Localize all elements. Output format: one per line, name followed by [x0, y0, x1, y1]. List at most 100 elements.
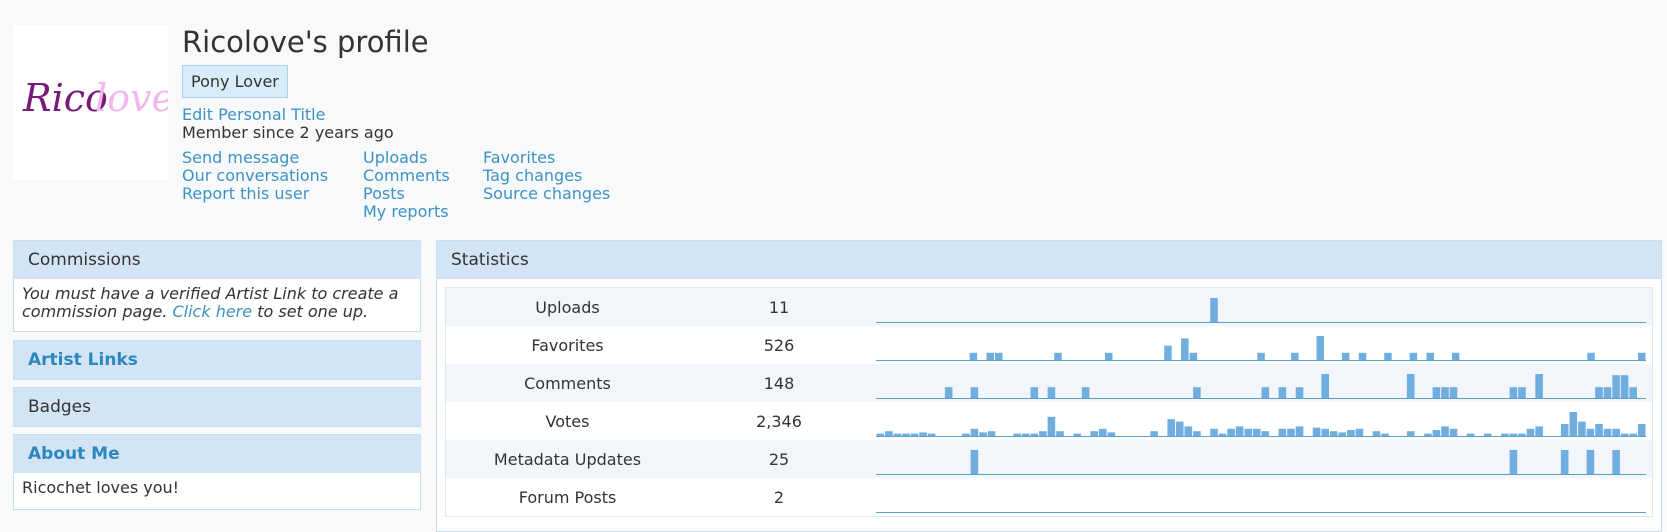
favorites-link[interactable]: Favorites [483, 149, 610, 167]
source-changes-link[interactable]: Source changes [483, 185, 610, 203]
stat-sparkline [876, 444, 1646, 475]
sparkline-bar [1586, 428, 1595, 436]
avatar-logo-love: love [95, 76, 168, 120]
sparkline-bar [1587, 352, 1595, 360]
profile-links-col-1: Send message Our conversations Report th… [182, 149, 363, 221]
stat-label: Comments [524, 373, 611, 393]
sparkline-bar [986, 352, 994, 360]
sparkline-bar [1295, 425, 1304, 436]
sparkline-bar [1244, 428, 1252, 436]
sparkline-bar [1406, 373, 1415, 398]
sparkline-bar [970, 386, 979, 398]
sparkline-bar [927, 433, 936, 436]
edit-personal-title-link[interactable]: Edit Personal Title [182, 106, 610, 124]
sparkline-bar [1578, 421, 1586, 436]
posts-link[interactable]: Posts [363, 185, 483, 203]
profile-title: Ricolove's profile [182, 25, 429, 59]
about-me-body: Ricochet loves you! [22, 478, 180, 497]
sparkline-bar [885, 430, 893, 436]
sparkline-bar [1620, 433, 1629, 436]
sparkline-bar [1081, 386, 1090, 398]
sparkline-bar [1291, 352, 1299, 360]
sparkline-bar [1189, 352, 1198, 360]
sparkline-bar [1105, 352, 1113, 360]
sparkline-bar [1358, 352, 1367, 360]
sparkline-bar [1432, 429, 1441, 436]
sparkline-bar [1501, 433, 1509, 436]
sparkline-bar [1047, 416, 1056, 436]
sparkline-svg [876, 373, 1646, 399]
stat-sparkline [876, 292, 1646, 323]
commissions-click-here-link[interactable]: Click here [172, 302, 252, 321]
stat-label: Forum Posts [518, 487, 617, 507]
profile-links-col-3: Favorites Tag changes Source changes [483, 149, 610, 221]
sparkline-bar [1509, 433, 1518, 436]
commissions-body: You must have a verified Artist Link to … [14, 279, 420, 327]
sparkline-bar [1629, 386, 1637, 398]
profile-info: Ricolove's profile Pony Lover Edit Perso… [182, 22, 610, 221]
sparkline-bar [1569, 411, 1578, 436]
sparkline-bar [1509, 386, 1518, 398]
sparkline-bar [1329, 430, 1338, 436]
sparkline-bar [893, 433, 902, 436]
sparkline-bar [979, 431, 987, 436]
stat-label: Votes [545, 411, 590, 431]
profile-links-col-2: Uploads Comments Posts My reports [363, 149, 483, 221]
sparkline-bar [1535, 373, 1543, 398]
sparkline-bar [1595, 423, 1603, 436]
statistics-header: Statistics [437, 241, 1661, 279]
sparkline-bar [1013, 433, 1021, 436]
sparkline-svg [876, 335, 1646, 361]
sparkline-bar [1432, 386, 1441, 398]
sparkline-bar [1381, 433, 1389, 436]
stat-label: Metadata Updates [493, 449, 642, 469]
sparkline-bar [1466, 433, 1475, 436]
sparkline-bar [1184, 425, 1193, 436]
sparkline-bar [1030, 433, 1039, 436]
our-conversations-link[interactable]: Our conversations [182, 167, 363, 185]
sparkline-bar [1526, 428, 1535, 436]
sparkline-bar [1586, 449, 1595, 474]
stat-value: 2 [773, 487, 785, 507]
sparkline-bar [1039, 430, 1047, 436]
stat-row-comments: Comments 148 [446, 364, 1652, 402]
stat-row-metadata-updates: Metadata Updates 25 [446, 440, 1652, 478]
sparkline-bar [1252, 428, 1261, 436]
sparkline-bar [1483, 433, 1492, 436]
sparkline-svg [876, 511, 1646, 513]
sparkline-bar [1509, 449, 1518, 474]
stat-sparkline [876, 406, 1646, 437]
stat-value: 25 [768, 449, 790, 469]
statistics-block: Statistics Uploads 11 Favorites 526 Comm… [436, 240, 1662, 532]
commissions-block: Commissions You must have a verified Art… [13, 240, 421, 332]
tag-changes-link[interactable]: Tag changes [483, 167, 610, 185]
sparkline-bar [1595, 386, 1603, 398]
stat-value: 11 [768, 297, 790, 317]
uploads-link[interactable]: Uploads [363, 149, 483, 167]
stat-label: Favorites [531, 335, 604, 355]
commissions-text-after: to set one up. [257, 302, 369, 321]
stat-sparkline [876, 330, 1646, 361]
about-me-header[interactable]: About Me [14, 435, 420, 473]
sparkline-bar [1193, 430, 1201, 436]
sparkline-bar [1341, 352, 1350, 360]
send-message-link[interactable]: Send message [182, 149, 363, 167]
sparkline-bar [962, 433, 970, 436]
artist-links-block[interactable]: Artist Links [13, 340, 421, 380]
sparkline-bar [1287, 428, 1295, 436]
my-reports-link[interactable]: My reports [363, 203, 483, 221]
sparkline-bar [1338, 431, 1347, 436]
sparkline-bar [1518, 386, 1526, 398]
sparkline-svg [876, 449, 1646, 475]
sparkline-bar [1164, 345, 1172, 360]
sparkline-bar [919, 431, 927, 436]
sparkline-bar [1518, 433, 1526, 436]
comments-link[interactable]: Comments [363, 167, 483, 185]
sparkline-bar [1316, 335, 1324, 360]
stat-row-favorites: Favorites 526 [446, 326, 1652, 364]
sparkline-bar [1218, 433, 1227, 436]
sparkline-bar [995, 352, 1003, 360]
sparkline-bar [1560, 449, 1569, 474]
artist-links-header[interactable]: Artist Links [14, 341, 420, 379]
report-user-link[interactable]: Report this user [182, 185, 363, 203]
